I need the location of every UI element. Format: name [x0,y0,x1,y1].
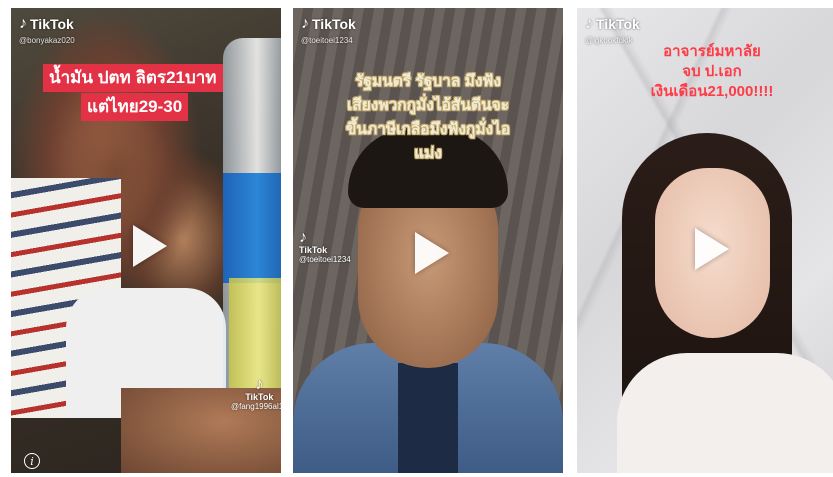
video-caption: อาจารย์มหาลัย จบ ป.เอก เงินเดือน21,000!!… [650,43,774,100]
video-caption: แต่ไทย29-30 [81,93,189,121]
tiktok-watermark: ♪ TikTok @fang1996al12 [231,376,281,412]
video-username: @bonyakaz020 [19,36,75,45]
shirt [398,363,458,473]
video-caption: รัฐมนตรี รัฐบาล มึงฟัง เสียงพวกกูมั่งไอ้… [345,73,511,162]
video-caption: น้ำมัน ปตท ลิตร21บาท [43,64,223,92]
tiktok-note-icon: ♪ [299,229,307,246]
tiktok-logo: ♪ TikTok [301,15,356,33]
play-icon[interactable] [133,225,167,267]
play-icon[interactable] [695,228,729,270]
tiktok-logo: ♪ TikTok [585,15,640,33]
tiktok-note-icon: ♪ [255,376,264,393]
bottle-label [223,173,281,283]
video-card-1[interactable]: ♪ TikTok @bonyakaz020 น้ำมัน ปตท ลิตร21บ… [11,8,281,473]
white-top [617,353,833,473]
video-card-3[interactable]: ♪ TikTok @igkookfokik อาจารย์มหาลัย จบ ป… [577,8,833,473]
tiktok-note-icon: ♪ [301,15,309,32]
tiktok-note-icon: ♪ [585,15,593,32]
tiktok-watermark: ♪ TikTok @toeitoei1234 [299,229,351,265]
play-icon[interactable] [415,232,449,274]
info-icon[interactable]: i [24,453,40,469]
tiktok-logo: ♪ TikTok [19,15,74,33]
video-username: @toeitoei1234 [301,36,353,45]
video-card-2[interactable]: ♪ TikTok @toeitoei1234 รัฐมนตรี รัฐบาล ม… [293,8,563,473]
tiktok-note-icon: ♪ [19,15,27,32]
bottle-liquid [229,278,281,388]
